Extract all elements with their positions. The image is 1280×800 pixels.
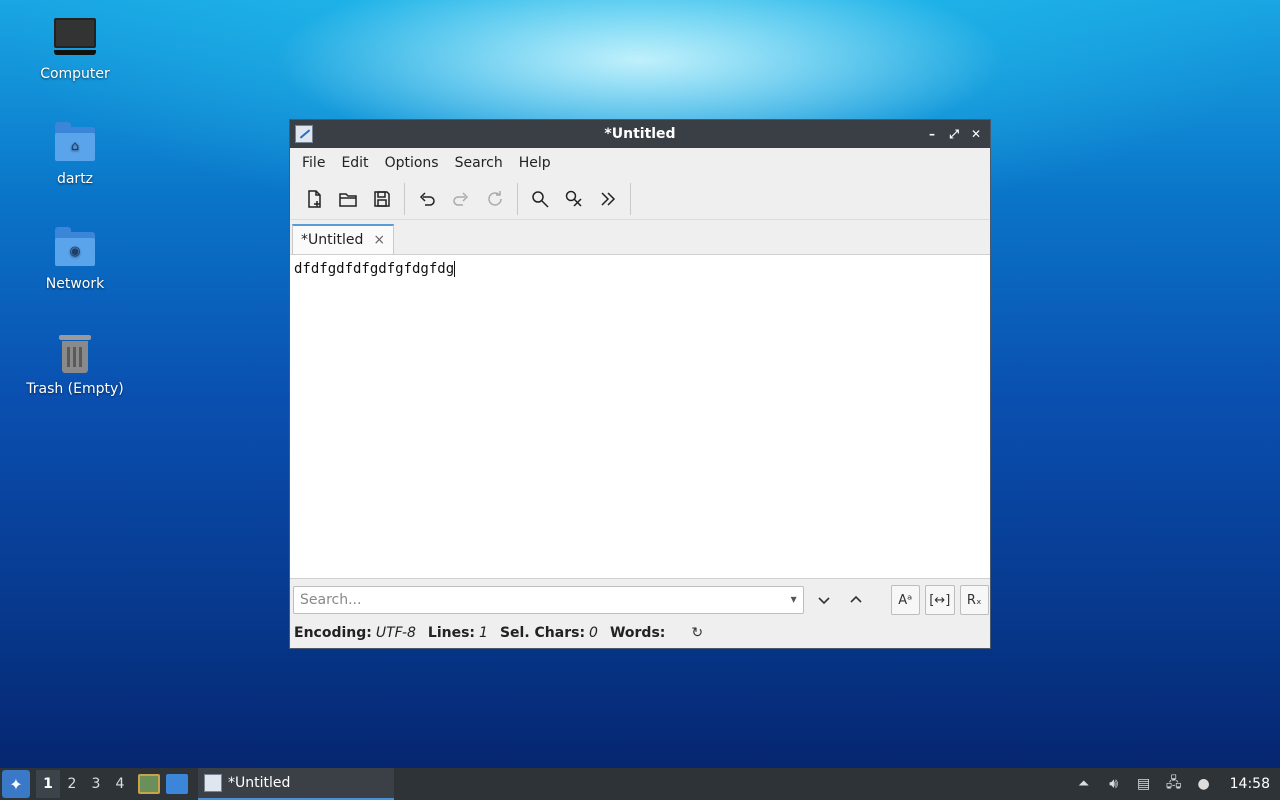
status-bar: Encoding: UTF-8 Lines: 1 Sel. Chars: 0 W… <box>294 622 703 644</box>
words-label: Words: <box>609 625 666 641</box>
tab-close-icon[interactable]: × <box>373 232 385 248</box>
encoding-value: UTF-8 <box>375 625 416 641</box>
undo-button[interactable] <box>411 183 443 215</box>
lines-label: Lines: <box>427 625 476 641</box>
clipboard-icon[interactable]: ▤ <box>1134 775 1154 793</box>
double-chevron-right-icon <box>601 191 616 206</box>
search-icon <box>532 190 549 208</box>
taskbar-window-title: *Untitled <box>228 775 291 791</box>
refresh-word-count-icon[interactable]: ↻ <box>691 625 703 641</box>
search-combobox[interactable]: ▾ <box>293 586 804 614</box>
menu-options[interactable]: Options <box>377 151 447 175</box>
desktop-icon-label: dartz <box>56 171 94 187</box>
new-file-icon <box>308 189 321 208</box>
text-caret <box>454 261 456 277</box>
workspace-2[interactable]: 2 <box>60 770 84 798</box>
text-editor-app-icon <box>204 774 222 792</box>
search-bar: ▾ Aᵃ [↔] Rₓ <box>293 584 990 616</box>
find-previous-button[interactable] <box>841 586 870 614</box>
editor-text: dfdfgdfdfgdfgfdgfdg <box>294 261 455 277</box>
search-input[interactable] <box>294 587 784 613</box>
app-menu-icon: ✦ <box>9 774 23 794</box>
menubar: File Edit Options Search Help <box>290 148 990 178</box>
toolbar-separator <box>404 182 405 215</box>
whole-word-button[interactable]: [↔] <box>925 585 955 615</box>
more-button[interactable] <box>592 183 624 215</box>
find-next-button[interactable] <box>810 586 839 614</box>
regex-button[interactable]: Rₓ <box>959 585 990 615</box>
workspace-3[interactable]: 3 <box>84 770 108 798</box>
workspace-4[interactable]: 4 <box>108 770 132 798</box>
menu-help[interactable]: Help <box>511 151 559 175</box>
tab-bar: *Untitled × <box>290 220 990 254</box>
match-case-button[interactable]: Aᵃ <box>890 585 921 615</box>
find-replace-button[interactable] <box>558 183 590 215</box>
network-folder-icon: ◉ <box>53 226 97 270</box>
desktop-icon-network[interactable]: ◉ Network <box>15 226 135 292</box>
menu-file[interactable]: File <box>294 151 333 175</box>
undo-icon <box>419 191 435 206</box>
tab-untitled[interactable]: *Untitled × <box>292 224 395 254</box>
toolbar-separator <box>517 182 518 215</box>
start-menu-button[interactable]: ✦ <box>2 770 30 798</box>
home-folder-icon: ⌂ <box>53 121 97 165</box>
notification-icon[interactable]: ● <box>1194 775 1214 793</box>
sel-chars-label: Sel. Chars: <box>499 625 586 641</box>
clock[interactable]: 14:58 <box>1230 776 1270 792</box>
redo-button[interactable] <box>445 183 477 215</box>
desktop-icon-label: Trash (Empty) <box>26 381 124 397</box>
desktop-icon-home-folder[interactable]: ⌂ dartz <box>15 121 135 187</box>
chevron-down-icon[interactable]: ▾ <box>791 592 797 606</box>
desktop-icon-label: Computer <box>40 66 110 82</box>
desktop-icon-computer[interactable]: Computer <box>15 16 135 82</box>
menu-edit[interactable]: Edit <box>333 151 376 175</box>
network-icon[interactable]: 🖧︎ <box>1164 775 1184 793</box>
open-file-button[interactable] <box>332 183 364 215</box>
system-tray: ⏶ 🔊︎ ▤ 🖧︎ ● 14:58 <box>1074 775 1280 793</box>
text-editor-area[interactable]: dfdfgdfdfgdfgfdgfdg <box>290 254 990 579</box>
maximize-button[interactable]: ⤢ <box>946 126 962 142</box>
lines-value: 1 <box>479 625 488 641</box>
close-button[interactable]: ✕ <box>968 126 984 142</box>
find-replace-icon <box>565 190 582 207</box>
folder-open-icon <box>339 192 357 207</box>
toolbar <box>290 178 990 220</box>
window-titlebar[interactable]: *Untitled – ⤢ ✕ <box>290 120 990 148</box>
desktop-icon-trash[interactable]: Trash (Empty) <box>15 331 135 397</box>
new-file-button[interactable] <box>298 183 330 215</box>
save-file-button[interactable] <box>366 183 398 215</box>
save-icon <box>374 190 390 207</box>
reload-icon <box>488 190 502 206</box>
menu-search[interactable]: Search <box>447 151 511 175</box>
taskbar: ✦ 1 2 3 4 *Untitled ⏶ 🔊︎ ▤ 🖧︎ ● 14:58 <box>0 768 1280 800</box>
workspace-1[interactable]: 1 <box>36 770 60 798</box>
minimize-button[interactable]: – <box>924 126 940 142</box>
window-title: *Untitled <box>604 126 676 142</box>
tab-label: *Untitled <box>301 232 364 248</box>
volume-icon[interactable]: 🔊︎ <box>1104 775 1124 793</box>
sel-chars-value: 0 <box>589 625 598 641</box>
computer-icon <box>53 16 97 60</box>
encoding-label: Encoding: <box>294 625 372 641</box>
file-manager-icon[interactable] <box>138 774 160 794</box>
redo-icon <box>453 191 469 206</box>
desktop-icon-label: Network <box>45 276 105 292</box>
find-button[interactable] <box>524 183 556 215</box>
reload-button[interactable] <box>479 183 511 215</box>
editor-window: *Untitled – ⤢ ✕ File Edit Options Search… <box>289 119 991 649</box>
show-desktop-icon[interactable] <box>166 774 188 794</box>
chevron-up-icon <box>850 595 862 603</box>
trash-icon <box>53 331 97 375</box>
toolbar-separator <box>630 182 631 215</box>
tray-expand-icon[interactable]: ⏶ <box>1074 775 1094 793</box>
chevron-down-icon <box>818 597 830 605</box>
taskbar-window-untitled[interactable]: *Untitled <box>198 768 394 800</box>
